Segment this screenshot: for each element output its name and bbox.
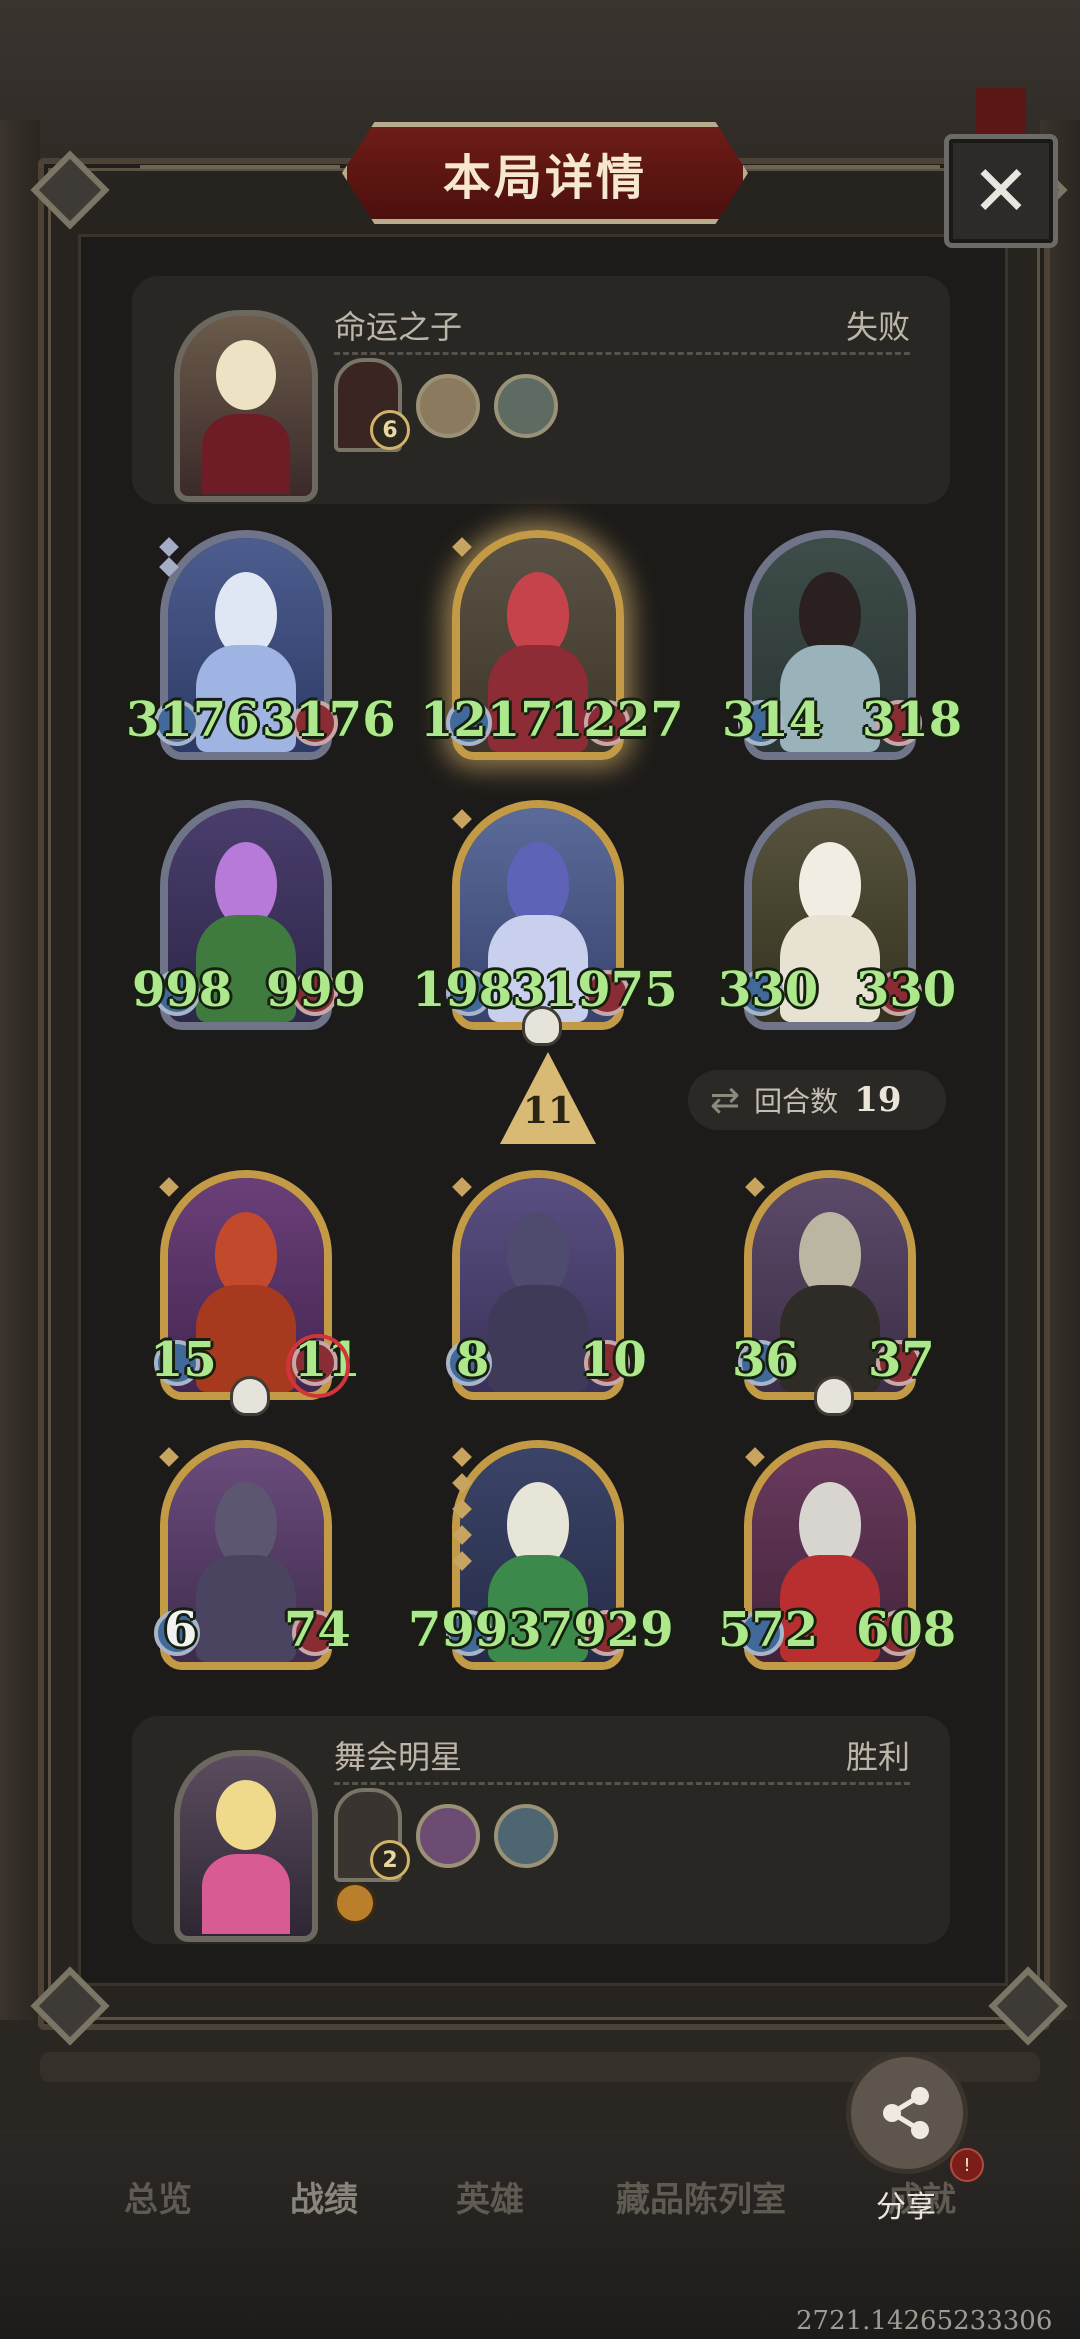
deathrattle-skull-icon [814, 1376, 854, 1416]
close-icon: ✕ [971, 150, 1031, 232]
title-banner: 本局详情 [342, 122, 748, 224]
close-button[interactable]: ✕ [944, 134, 1058, 248]
opponent-panel: 命运之子 失败 6 [132, 276, 950, 504]
minion-attack: 572 [718, 1602, 819, 1658]
trinket-potion-icon[interactable] [494, 374, 558, 438]
hero-level: 2 [382, 1847, 398, 1873]
share-icon [883, 2087, 929, 2139]
minion-attack: 330 [718, 962, 819, 1018]
opponent-name: 命运之子 [334, 308, 463, 346]
nav-collection-room[interactable]: 藏品陈列室 [616, 2172, 786, 2221]
minion-attack: 3176 [126, 692, 260, 748]
minion-health: 318 [862, 692, 963, 748]
minion-attack: 15 [150, 1332, 217, 1388]
player-result: 胜利 [845, 1738, 910, 1776]
minion-health: 7929 [540, 1602, 674, 1658]
minion-health: 3176 [262, 692, 396, 748]
minion-attack: 1217 [420, 692, 554, 748]
minion-health: 999 [266, 962, 367, 1018]
deathrattle-skull-icon [230, 1376, 270, 1416]
attack-arrow-value: 11 [522, 1090, 574, 1132]
hero-level: 6 [382, 417, 398, 443]
rounds-label: 回合数 [754, 1085, 839, 1118]
share-button[interactable] [846, 2052, 968, 2174]
minion-attack: 8 [456, 1332, 490, 1388]
minion-health: 1227 [550, 692, 684, 748]
minion-health: 74 [284, 1602, 351, 1658]
target-icon [286, 1334, 350, 1398]
nav-heroes[interactable]: 英雄 [456, 2172, 524, 2221]
share-label[interactable]: 分享 [876, 2182, 936, 2226]
name-divider [334, 352, 910, 355]
opponent-avatar[interactable] [174, 310, 318, 502]
repeat-icon: ⇄ [710, 1079, 741, 1121]
minion-health: 37 [868, 1332, 935, 1388]
title-divider [140, 165, 340, 169]
minion-health: 330 [856, 962, 957, 1018]
name-divider [334, 1782, 910, 1785]
minion-health: 608 [856, 1602, 957, 1658]
trinket-jar-icon[interactable] [494, 1804, 558, 1868]
nav-overview[interactable]: 总览 [124, 2172, 192, 2221]
notification-badge-text: ! [963, 2154, 971, 2176]
minion-attack: 998 [132, 962, 233, 1018]
left-frame [0, 120, 40, 2020]
deathrattle-skull-icon [522, 1006, 562, 1046]
footer-number: 2721.14265233306 [796, 2306, 1053, 2336]
minion-health: 1975 [544, 962, 678, 1018]
hero-level-badge: 6 [370, 410, 410, 450]
player-panel: 舞会明星 胜利 2 [132, 1716, 950, 1944]
minion-attack: 36 [732, 1332, 799, 1388]
title-divider [740, 165, 940, 169]
rounds-counter: ⇄ 回合数 19 [688, 1070, 946, 1130]
player-avatar[interactable] [174, 1750, 318, 1942]
hero-level-badge: 2 [370, 1840, 410, 1880]
minion-attack: 7993 [408, 1602, 542, 1658]
minion-health: 10 [580, 1332, 647, 1388]
minion-attack: 314 [722, 692, 823, 748]
minion-attack: 6 [164, 1602, 198, 1658]
opponent-result: 失败 [845, 308, 910, 346]
minion-attack: 1983 [412, 962, 546, 1018]
buff-icon[interactable] [334, 1882, 376, 1924]
trinket-cake-icon[interactable] [416, 374, 480, 438]
trinket-gift-icon[interactable] [416, 1804, 480, 1868]
rounds-value: 19 [854, 1080, 902, 1120]
nav-records[interactable]: 战绩 [290, 2172, 358, 2221]
notification-badge: ! [950, 2148, 984, 2182]
page-title: 本局详情 [442, 150, 647, 206]
player-name: 舞会明星 [334, 1738, 463, 1776]
